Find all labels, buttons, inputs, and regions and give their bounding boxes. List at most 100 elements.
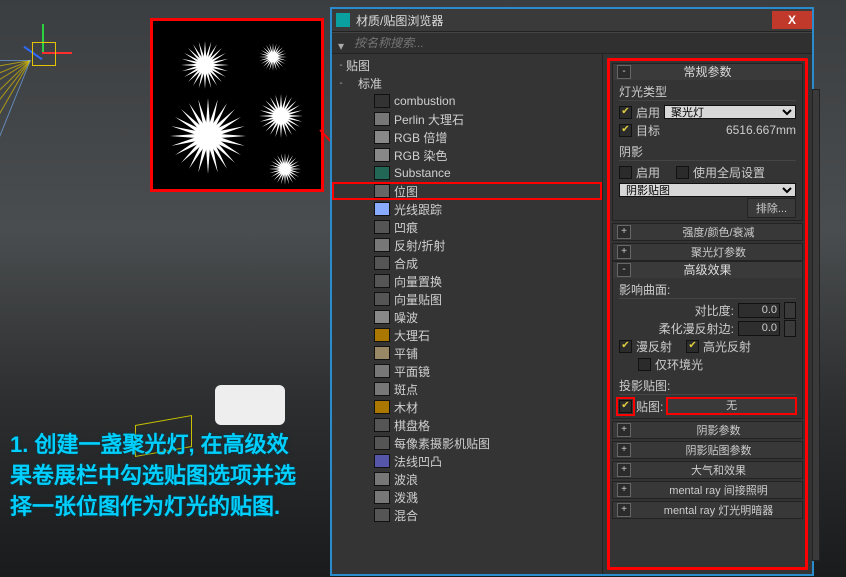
tree-map-item[interactable]: 合成 bbox=[332, 254, 602, 272]
tree-item-label: 标准 bbox=[358, 75, 382, 92]
rollup-header[interactable]: -常规参数 bbox=[613, 64, 802, 80]
projection-map-heading: 投影贴图: bbox=[619, 377, 796, 395]
map-swatch-icon bbox=[374, 274, 390, 288]
map-swatch-icon bbox=[374, 310, 390, 324]
exclude-button[interactable]: 排除... bbox=[747, 198, 796, 218]
tree-item-label: 向量置换 bbox=[394, 273, 442, 290]
tree-group-maps[interactable]: -贴图 bbox=[332, 56, 602, 74]
soften-input[interactable] bbox=[738, 321, 780, 336]
tree-item-label: 每像素摄影机贴图 bbox=[394, 435, 490, 452]
specular-label: 高光反射 bbox=[703, 338, 751, 355]
shadow-heading: 阴影 bbox=[619, 143, 796, 161]
tree-map-item[interactable]: RGB 倍增 bbox=[332, 128, 602, 146]
tree-map-item[interactable]: 噪波 bbox=[332, 308, 602, 326]
map-swatch-icon bbox=[374, 346, 390, 360]
tree-map-item[interactable]: 大理石 bbox=[332, 326, 602, 344]
tree-item-label: 法线凹凸 bbox=[394, 453, 442, 470]
rollup-general: -常规参数 灯光类型 ✔ 启用 聚光灯 ✔ 目标 6516.667mm bbox=[612, 63, 803, 221]
close-button[interactable]: X bbox=[772, 11, 812, 29]
tree-item-label: 位图 bbox=[394, 183, 418, 200]
tree-group-standard[interactable]: -标准 bbox=[332, 74, 602, 92]
tree-map-item[interactable]: 棋盘格 bbox=[332, 416, 602, 434]
rollup-collapsed[interactable]: +mental ray 灯光明暗器 bbox=[612, 501, 803, 519]
tree-item-label: 噪波 bbox=[394, 309, 418, 326]
tree-map-item[interactable]: combustion bbox=[332, 92, 602, 110]
tree-item-label: 平铺 bbox=[394, 345, 418, 362]
search-bar[interactable]: ▾ bbox=[332, 32, 812, 54]
shadow-enable-checkbox[interactable] bbox=[619, 166, 632, 179]
shadow-type-select[interactable]: 阴影贴图 bbox=[619, 183, 796, 197]
map-swatch-icon bbox=[374, 364, 390, 378]
map-swatch-icon bbox=[374, 292, 390, 306]
map-swatch-icon bbox=[374, 490, 390, 504]
light-type-heading: 灯光类型 bbox=[619, 83, 796, 101]
tree-map-item[interactable]: 平面镜 bbox=[332, 362, 602, 380]
rollup-advanced-effects: -高级效果 影响曲面: 对比度: 柔化漫反射边: ✔漫反射 bbox=[612, 261, 803, 419]
target-label: 目标 bbox=[636, 122, 660, 139]
rollup-collapsed[interactable]: +聚光灯参数 bbox=[612, 243, 803, 261]
rollup-collapsed[interactable]: +mental ray 间接照明 bbox=[612, 481, 803, 499]
tree-map-item[interactable]: 每像素摄影机贴图 bbox=[332, 434, 602, 452]
map-swatch-icon bbox=[374, 220, 390, 234]
diffuse-checkbox[interactable]: ✔ bbox=[619, 340, 632, 353]
shadow-global-checkbox[interactable] bbox=[676, 166, 689, 179]
tree-map-item[interactable]: 位图 bbox=[332, 182, 602, 200]
tree-map-item[interactable]: 斑点 bbox=[332, 380, 602, 398]
rollup-collapsed[interactable]: +大气和效果 bbox=[612, 461, 803, 479]
geometry-box bbox=[215, 385, 285, 425]
spinner[interactable] bbox=[784, 320, 796, 337]
tree-item-label: 向量贴图 bbox=[394, 291, 442, 308]
tree-map-item[interactable]: 反射/折射 bbox=[332, 236, 602, 254]
tree-item-label: 光线跟踪 bbox=[394, 201, 442, 218]
browser-titlebar[interactable]: 材质/贴图浏览器 X bbox=[332, 9, 812, 32]
tree-map-item[interactable]: RGB 染色 bbox=[332, 146, 602, 164]
tree-map-item[interactable]: 法线凹凸 bbox=[332, 452, 602, 470]
instruction-text: 1. 创建一盏聚光灯, 在高级效果卷展栏中勾选贴图选项并选择一张位图作为灯光的贴… bbox=[10, 430, 310, 522]
specular-checkbox[interactable]: ✔ bbox=[686, 340, 699, 353]
material-map-browser: 材质/贴图浏览器 X ▾ -贴图-标准combustionPerlin 大理石R… bbox=[330, 7, 814, 576]
target-checkbox[interactable]: ✔ bbox=[619, 124, 632, 137]
ambient-only-checkbox[interactable] bbox=[638, 358, 651, 371]
light-type-select[interactable]: 聚光灯 bbox=[664, 105, 796, 119]
map-swatch-icon bbox=[374, 166, 390, 180]
search-input[interactable] bbox=[352, 35, 806, 51]
tree-item-label: RGB 染色 bbox=[394, 147, 447, 164]
shadow-global-label: 使用全局设置 bbox=[693, 164, 765, 181]
map-swatch-icon bbox=[374, 94, 390, 108]
projector-map-button[interactable]: 无 bbox=[667, 398, 796, 414]
map-swatch-icon bbox=[374, 112, 390, 126]
spinner[interactable] bbox=[784, 302, 796, 319]
map-tree[interactable]: -贴图-标准combustionPerlin 大理石RGB 倍增RGB 染色Su… bbox=[332, 54, 603, 574]
map-swatch-icon bbox=[374, 148, 390, 162]
tree-map-item[interactable]: 向量置换 bbox=[332, 272, 602, 290]
projector-map-checkbox[interactable]: ✔ bbox=[619, 400, 632, 413]
map-swatch-icon bbox=[374, 256, 390, 270]
tree-map-item[interactable]: 泼溅 bbox=[332, 488, 602, 506]
tree-item-label: 波浪 bbox=[394, 471, 418, 488]
tree-map-item[interactable]: 波浪 bbox=[332, 470, 602, 488]
rollup-collapsed[interactable]: +强度/颜色/衰减 bbox=[612, 223, 803, 241]
tree-map-item[interactable]: 木材 bbox=[332, 398, 602, 416]
shadow-enable-label: 启用 bbox=[636, 164, 660, 181]
tree-map-item[interactable]: 平铺 bbox=[332, 344, 602, 362]
tree-item-label: Perlin 大理石 bbox=[394, 111, 464, 128]
rollup-collapsed[interactable]: +阴影参数 bbox=[612, 421, 803, 439]
tree-map-item[interactable]: Perlin 大理石 bbox=[332, 110, 602, 128]
map-swatch-icon bbox=[374, 130, 390, 144]
light-parameters-panel: -常规参数 灯光类型 ✔ 启用 聚光灯 ✔ 目标 6516.667mm bbox=[603, 54, 812, 574]
contrast-input[interactable] bbox=[738, 303, 780, 318]
tree-map-item[interactable]: 光线跟踪 bbox=[332, 200, 602, 218]
rollup-header[interactable]: -高级效果 bbox=[613, 262, 802, 278]
tree-item-label: 合成 bbox=[394, 255, 418, 272]
search-dropdown-icon[interactable]: ▾ bbox=[338, 39, 346, 47]
panel-scrollbar[interactable] bbox=[812, 89, 820, 561]
tree-item-label: 平面镜 bbox=[394, 363, 430, 380]
map-swatch-icon bbox=[374, 400, 390, 414]
tree-map-item[interactable]: 凹痕 bbox=[332, 218, 602, 236]
tree-map-item[interactable]: 混合 bbox=[332, 506, 602, 524]
rollup-collapsed[interactable]: +阴影贴图参数 bbox=[612, 441, 803, 459]
tree-map-item[interactable]: Substance bbox=[332, 164, 602, 182]
enable-light-checkbox[interactable]: ✔ bbox=[619, 106, 632, 119]
tree-item-label: 棋盘格 bbox=[394, 417, 430, 434]
tree-map-item[interactable]: 向量贴图 bbox=[332, 290, 602, 308]
